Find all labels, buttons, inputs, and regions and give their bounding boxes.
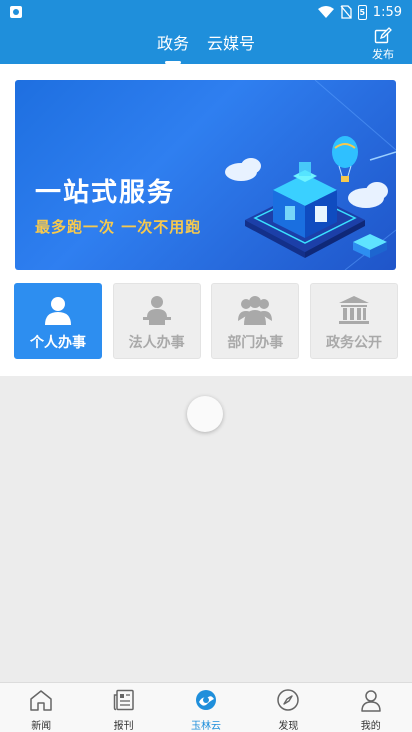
- status-bar: 5 1:59: [0, 0, 412, 24]
- nav-label: 报刊: [113, 721, 134, 732]
- newspaper-icon: [111, 687, 137, 713]
- banner-subtitle: 最多跑一次 一次不用跑: [35, 218, 202, 236]
- service-label: 政务公开: [325, 335, 382, 351]
- loading-spinner: [187, 396, 223, 432]
- app-notification-icon: [10, 6, 22, 18]
- nav-item-news[interactable]: 新闻: [6, 683, 76, 732]
- service-grid: 个人办事 法人办事 部门办事 政务公开: [14, 283, 398, 359]
- top-tabs: 政务 云媒号: [0, 24, 412, 64]
- person-icon: [41, 294, 75, 326]
- status-time: 1:59: [372, 4, 402, 20]
- compass-icon: [275, 687, 301, 713]
- nav-label: 新闻: [31, 721, 52, 732]
- nav-label: 发现: [278, 721, 299, 732]
- nav-item-mine[interactable]: 我的: [336, 683, 406, 732]
- service-legal-person-affairs[interactable]: 法人办事: [112, 283, 201, 359]
- nav-item-discover[interactable]: 发现: [253, 683, 323, 732]
- top-header: 政务 云媒号 发布: [0, 24, 412, 64]
- yulin-cloud-icon: [193, 687, 219, 713]
- service-banner[interactable]: 一站式服务 最多跑一次 一次不用跑: [15, 80, 396, 270]
- service-department-affairs[interactable]: 部门办事: [211, 283, 300, 359]
- service-personal-affairs[interactable]: 个人办事: [14, 283, 102, 359]
- edit-icon: [374, 27, 392, 44]
- wifi-icon: [317, 6, 334, 18]
- publish-button[interactable]: 发布: [368, 27, 398, 62]
- group-icon: [238, 294, 273, 326]
- tab-cloud-media[interactable]: 云媒号: [207, 24, 255, 64]
- battery-level: 5: [359, 7, 366, 17]
- nav-label: 玉林云: [190, 721, 221, 732]
- service-label: 法人办事: [128, 335, 185, 351]
- home-icon: [28, 687, 54, 713]
- no-sim-icon: [340, 5, 352, 19]
- main-content: 一站式服务 最多跑一次 一次不用跑 个人办事 法人办事 部门办事 政务公开: [0, 64, 412, 376]
- user-icon: [358, 687, 384, 713]
- tab-government[interactable]: 政务: [157, 24, 189, 64]
- screen: 5 1:59 政务 云媒号 发布 一站式服务 最多跑一次 一次不用跑 个人办事 …: [0, 0, 412, 732]
- service-label: 部门办事: [227, 335, 284, 351]
- banner-title: 一站式服务: [35, 178, 176, 208]
- battery-icon: 5: [357, 4, 367, 20]
- service-label: 个人办事: [30, 335, 86, 351]
- government-building-icon: [337, 294, 371, 326]
- nav-item-yulin-cloud[interactable]: 玉林云: [171, 683, 241, 732]
- bottom-nav: 新闻 报刊 玉林云 发现 我的: [0, 682, 412, 732]
- nav-label: 我的: [360, 721, 381, 732]
- legal-person-icon: [140, 294, 174, 326]
- publish-label: 发布: [372, 48, 394, 61]
- nav-item-newspaper[interactable]: 报刊: [89, 683, 159, 732]
- service-government-disclosure[interactable]: 政务公开: [309, 283, 398, 359]
